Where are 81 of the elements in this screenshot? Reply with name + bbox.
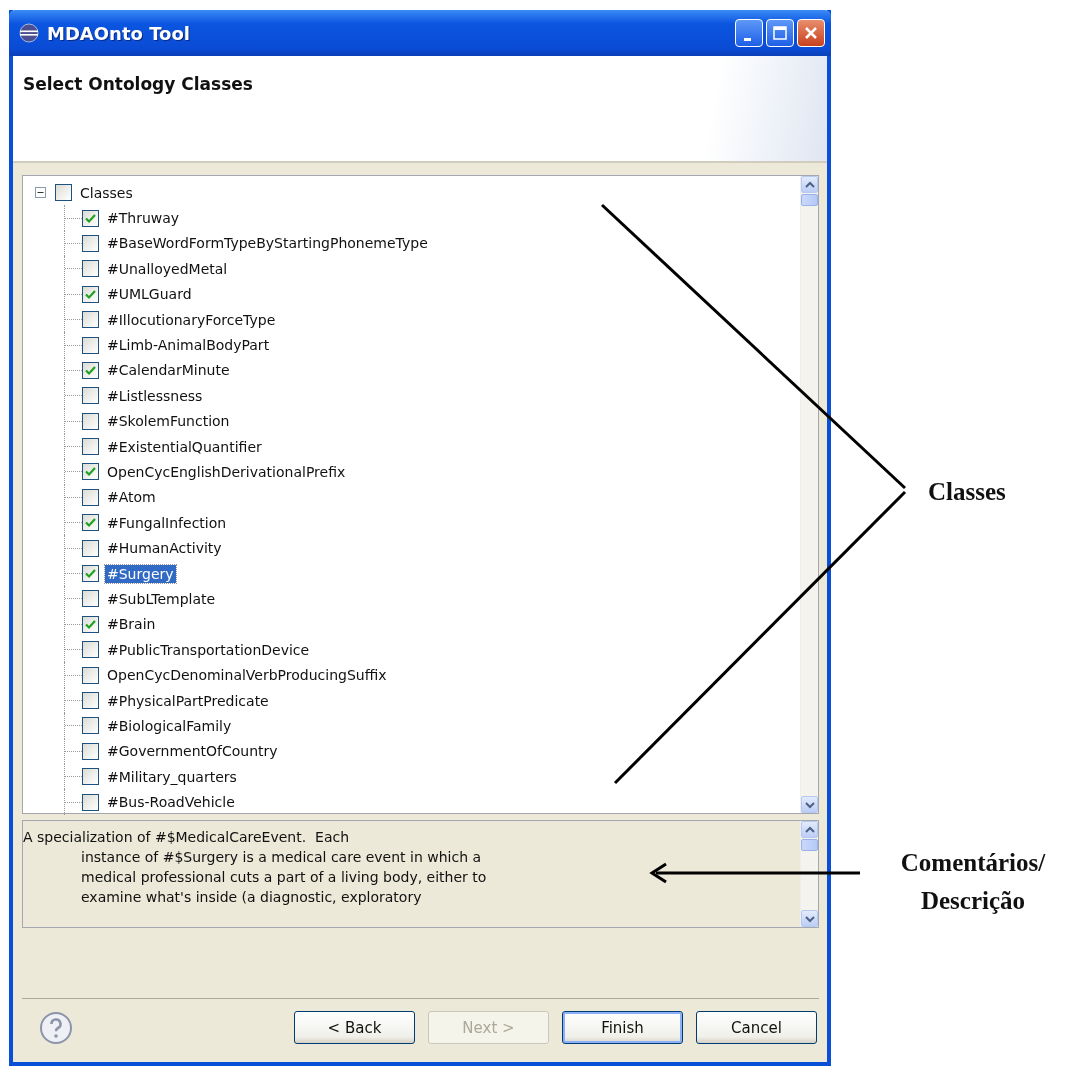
tree-item[interactable]: #ExistentialQuantifier [105,437,264,456]
wizard-button[interactable]: Finish [562,1011,683,1044]
scroll-down-icon[interactable] [801,910,818,927]
description-text: instance of #$Surgery is a medical care event in which a [80,848,482,867]
tree-item[interactable]: #Brain [105,615,158,634]
tree-item[interactable]: #BiologicalFamily [105,716,234,735]
tree-item[interactable]: #GovernmentOfCountry [105,742,280,761]
maximize-icon [772,25,788,41]
tree-item[interactable]: #HumanActivity [105,539,224,558]
checkbox[interactable] [82,361,99,379]
close-icon [803,25,819,41]
checkbox[interactable] [82,234,99,252]
checkbox[interactable] [82,488,99,506]
tree-item[interactable]: #Listlessness [105,386,205,405]
checkbox[interactable] [82,742,99,760]
checkbox[interactable] [82,311,99,329]
tree-item[interactable]: #PhysicalPartPredicate [105,691,271,710]
tree-item[interactable]: #Surgery [105,564,176,583]
tree-item[interactable]: #IllocutionaryForceType [105,310,278,329]
checkbox[interactable] [82,692,99,709]
wizard-button[interactable]: Cancel [696,1011,817,1044]
tree-item[interactable]: Classes [78,183,135,202]
tree-item[interactable]: #SkolemFunction [105,412,232,431]
tree-item[interactable]: #Bus-RoadVehicle [105,793,237,812]
tree-item[interactable]: #SubLTemplate [105,589,218,608]
scroll-thumb[interactable] [801,194,818,206]
checkbox[interactable] [82,285,99,303]
checkbox[interactable] [82,209,99,227]
tree-item[interactable]: #Atom [105,488,158,507]
description-text: medical professional cuts a part of a living body, either to [80,868,487,887]
annotation-label: Comentários/ Descrição [899,848,1047,916]
tree-item[interactable]: OpenCycDenominalVerbProducingSuffix [105,666,389,685]
checkbox[interactable] [82,412,99,430]
tree-item[interactable]: OpenCycEnglishDerivationalPrefix [105,463,348,481]
checkbox[interactable] [82,463,99,481]
close-button[interactable] [797,19,825,47]
checkmark-icon [84,465,97,479]
annotation-label: Classes [928,478,1006,506]
checkbox[interactable] [82,565,99,583]
checkmark-icon [84,567,97,581]
checkbox[interactable] [82,438,99,456]
checkbox[interactable] [82,260,99,278]
checkbox[interactable] [55,184,72,202]
help-icon[interactable] [39,1010,73,1045]
tree-item[interactable]: #BaseWordFormTypeByStartingPhonemeType [105,234,430,253]
checkbox[interactable] [82,793,99,811]
tree-item[interactable]: #FungalInfection [105,513,229,532]
checkbox[interactable] [82,336,99,354]
checkbox[interactable] [82,514,99,532]
checkbox[interactable] [82,641,99,659]
scroll-up-icon[interactable] [801,176,818,193]
tree-item[interactable]: #Military_quarters [105,767,239,786]
checkbox[interactable] [82,717,99,735]
window-title: MDAOnto Tool [47,22,190,44]
checkbox[interactable] [82,590,99,608]
maximize-button[interactable] [766,19,794,47]
tree-item[interactable]: #CalendarMinute [105,361,232,380]
tree-item[interactable]: #Thruway [105,209,182,228]
scrollbar[interactable] [800,821,818,927]
collapse-icon[interactable] [35,187,46,199]
minimize-icon [743,37,751,41]
checkbox[interactable] [82,666,99,684]
description-text: examine what's inside (a diagnostic, exploratory [80,888,422,907]
checkmark-icon [84,516,97,530]
tree-item[interactable]: #UMLGuard [105,285,194,304]
scroll-up-icon[interactable] [801,821,818,838]
description-text: A specialization of #$MedicalCareEvent. Each [23,828,350,847]
wizard-button[interactable]: < Back [294,1011,415,1044]
page-title: Select Ontology Classes [23,74,253,94]
checkbox[interactable] [82,768,99,786]
scrollbar[interactable] [800,176,818,813]
tree-item[interactable]: #UnalloyedMetal [105,259,230,278]
tree-item[interactable]: #PublicTransportationDevice [105,640,312,659]
checkbox[interactable] [82,615,99,633]
minimize-button[interactable] [735,19,763,47]
checkbox[interactable] [82,539,99,557]
globe-icon [19,23,39,43]
scroll-down-icon[interactable] [801,796,818,813]
tree-item[interactable]: #Limb-AnimalBodyPart [105,336,272,355]
checkbox[interactable] [82,387,99,405]
scroll-thumb[interactable] [801,839,818,851]
